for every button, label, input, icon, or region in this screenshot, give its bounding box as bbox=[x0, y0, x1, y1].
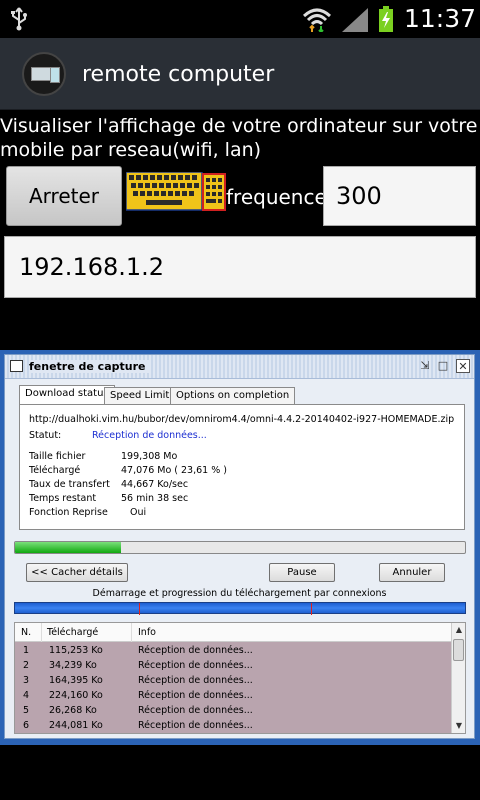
connections-progress-bar bbox=[14, 602, 466, 615]
phone-icon bbox=[50, 67, 60, 83]
window-app-icon bbox=[10, 360, 23, 372]
remote-screen-view[interactable]: fenetre de capture ⇲ □ ✕ Download status… bbox=[0, 350, 480, 745]
row-downloaded: 224,160 Ko bbox=[49, 690, 103, 701]
download-url: http://dualhoki.vim.hu/bubor/dev/omnirom… bbox=[29, 414, 455, 425]
row-downloaded: 26,268 Ko bbox=[49, 705, 97, 716]
battery-charging-icon bbox=[379, 6, 393, 32]
maximize-icon[interactable]: □ bbox=[436, 359, 450, 373]
scroll-down-icon[interactable]: ▼ bbox=[452, 719, 465, 733]
row-info: Réception de données... bbox=[138, 675, 253, 686]
column-header-downloaded[interactable]: Téléchargé bbox=[47, 627, 98, 638]
scroll-thumb[interactable] bbox=[453, 639, 464, 661]
info-key: Taille fichier bbox=[29, 451, 86, 462]
stop-button[interactable]: Arreter bbox=[6, 166, 122, 226]
row-number: 1 bbox=[23, 645, 30, 656]
list-item[interactable]: 5 26,268 Ko Réception de données... bbox=[15, 704, 451, 719]
frequency-label: frequence bbox=[226, 185, 327, 209]
list-scrollbar[interactable]: ▲ ▼ bbox=[451, 623, 465, 733]
download-progress-bar bbox=[14, 541, 466, 554]
row-info: Réception de données... bbox=[138, 645, 253, 656]
row-number: 5 bbox=[23, 705, 30, 716]
column-header-n[interactable]: N. bbox=[21, 627, 31, 638]
list-header: N. Téléchargé Info bbox=[15, 623, 451, 642]
list-item[interactable]: 3 164,395 Ko Réception de données... bbox=[15, 674, 451, 689]
info-value: 47,076 Mo ( 23,61 % ) bbox=[121, 465, 227, 476]
keyboard-icon[interactable] bbox=[126, 172, 226, 212]
row-number: 2 bbox=[23, 660, 30, 671]
window-titlebar[interactable]: fenetre de capture ⇲ □ ✕ bbox=[5, 355, 474, 379]
minimize-icon[interactable]: ⇲ bbox=[418, 359, 432, 373]
list-item[interactable]: 2 34,239 Ko Réception de données... bbox=[15, 659, 451, 674]
signal-icon bbox=[342, 8, 368, 32]
app-logo-icon bbox=[22, 52, 66, 96]
row-info: Réception de données... bbox=[138, 660, 253, 671]
row-info: Réception de données... bbox=[138, 690, 253, 701]
status-value: Réception de données... bbox=[92, 430, 207, 441]
wifi-icon bbox=[302, 8, 332, 32]
close-icon[interactable]: ✕ bbox=[456, 359, 470, 373]
action-bar: remote computer bbox=[0, 38, 480, 110]
tab-download-status[interactable]: Download status bbox=[19, 385, 115, 405]
list-item[interactable]: 1 115,253 Ko Réception de données... bbox=[15, 644, 451, 659]
info-key: Taux de transfert bbox=[29, 479, 110, 490]
scroll-up-icon[interactable]: ▲ bbox=[452, 623, 465, 637]
connections-label: Démarrage et progression du téléchargeme… bbox=[92, 588, 387, 599]
list-item[interactable]: 6 244,081 Ko Réception de données... bbox=[15, 719, 451, 733]
app-title: remote computer bbox=[82, 62, 275, 87]
connection-marker bbox=[311, 603, 312, 615]
cancel-button[interactable]: Annuler bbox=[379, 563, 445, 582]
row-info: Réception de données... bbox=[138, 720, 253, 731]
row-downloaded: 115,253 Ko bbox=[49, 645, 103, 656]
list-item[interactable]: 4 224,160 Ko Réception de données... bbox=[15, 689, 451, 704]
row-number: 6 bbox=[23, 720, 30, 731]
row-info: Réception de données... bbox=[138, 705, 253, 716]
row-number: 4 bbox=[23, 690, 30, 701]
row-downloaded: 164,395 Ko bbox=[49, 675, 103, 686]
connections-list[interactable]: N. Téléchargé Info 1 115,253 Ko Réceptio… bbox=[14, 622, 466, 734]
list-body: 1 115,253 Ko Réception de données... 2 3… bbox=[15, 642, 451, 733]
download-status-panel: http://dualhoki.vim.hu/bubor/dev/omnirom… bbox=[19, 404, 465, 530]
description-text: Visualiser l'affichage de votre ordinate… bbox=[0, 115, 478, 161]
info-value: 56 min 38 sec bbox=[121, 493, 189, 504]
usb-icon bbox=[11, 7, 27, 31]
info-value: 44,667 Ko/sec bbox=[121, 479, 189, 490]
row-number: 3 bbox=[23, 675, 30, 686]
capture-window: fenetre de capture ⇲ □ ✕ Download status… bbox=[4, 354, 475, 739]
row-downloaded: 34,239 Ko bbox=[49, 660, 97, 671]
progress-fill bbox=[15, 542, 122, 553]
column-header-info[interactable]: Info bbox=[138, 627, 156, 638]
tab-options-on-completion[interactable]: Options on completion bbox=[170, 387, 296, 405]
status-label: Statut: bbox=[29, 430, 62, 441]
pause-button[interactable]: Pause bbox=[269, 563, 335, 582]
info-key: Temps restant bbox=[29, 493, 97, 504]
info-key: Fonction Reprise bbox=[29, 507, 108, 518]
frequency-input[interactable]: 300 bbox=[323, 166, 476, 226]
connection-marker bbox=[139, 603, 140, 615]
info-value: 199,308 Mo bbox=[121, 451, 178, 462]
row-downloaded: 244,081 Ko bbox=[49, 720, 103, 731]
clock: 11:37 bbox=[404, 4, 477, 33]
ip-address-input[interactable]: 192.168.1.2 bbox=[4, 236, 476, 298]
info-key: Téléchargé bbox=[29, 465, 81, 476]
window-title: fenetre de capture bbox=[29, 360, 150, 373]
status-bar: 11:37 bbox=[0, 0, 480, 38]
hide-details-button[interactable]: << Cacher détails bbox=[26, 563, 128, 582]
info-value: Oui bbox=[121, 507, 147, 518]
